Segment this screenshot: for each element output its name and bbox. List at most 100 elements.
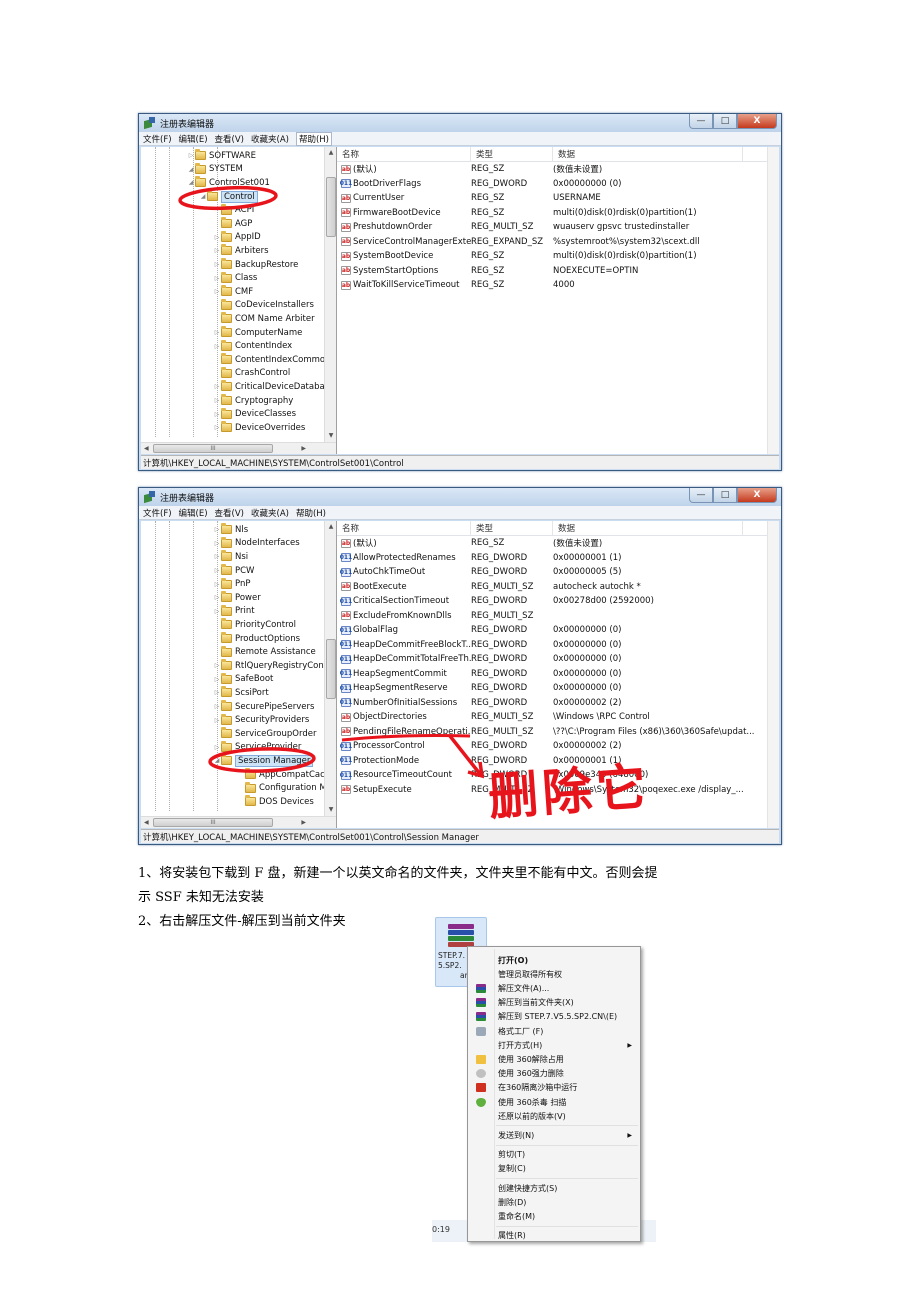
collapsed-arrow-icon[interactable]: ▷ xyxy=(213,717,221,724)
tree-node[interactable]: ◢ SYSTEM xyxy=(187,162,243,177)
value-row[interactable]: 011 NumberOfInitialSessions REG_DWORD 0x000… xyxy=(337,696,779,711)
title-bar[interactable]: 注册表编辑器 — □ X xyxy=(139,488,781,506)
tree-node[interactable]: AppCompatCache xyxy=(237,768,335,782)
collapsed-arrow-icon[interactable]: ▷ xyxy=(213,703,221,710)
hscroll-thumb[interactable]: III xyxy=(153,818,273,827)
menu-view[interactable]: 查看(V) xyxy=(215,133,244,145)
collapsed-arrow-icon[interactable]: ▷ xyxy=(213,288,221,295)
value-row[interactable]: ab PendingFileRenameOperati... REG_MULTI_S… xyxy=(337,725,779,740)
tree-node[interactable]: ▷ Print xyxy=(213,604,255,619)
context-menu-item[interactable]: 删除(D) xyxy=(468,1195,640,1209)
close-button[interactable]: X xyxy=(737,488,777,503)
value-row[interactable]: ab (默认) REG_SZ (数值未设置) xyxy=(337,162,779,177)
collapsed-arrow-icon[interactable]: ▷ xyxy=(213,594,221,601)
context-menu-item[interactable]: 解压文件(A)... xyxy=(468,981,640,995)
scroll-up-arrow-icon[interactable]: ▲ xyxy=(325,521,336,533)
collapsed-arrow-icon[interactable]: ▷ xyxy=(213,526,221,533)
expanded-arrow-icon[interactable]: ◢ xyxy=(199,193,207,200)
collapsed-arrow-icon[interactable]: ▷ xyxy=(213,275,221,282)
collapsed-arrow-icon[interactable]: ▷ xyxy=(213,567,221,574)
tree-node[interactable]: Remote Assistance xyxy=(213,645,316,659)
context-menu-item[interactable]: 解压到当前文件夹(X) xyxy=(468,996,640,1010)
tree-node[interactable]: ▷ Nsi xyxy=(213,550,248,564)
tree-node[interactable]: ServiceGroupOrder xyxy=(213,727,316,741)
minimize-button[interactable]: — xyxy=(689,488,713,503)
scroll-right-arrow-icon[interactable]: ▶ xyxy=(301,443,306,454)
menu-help[interactable]: 帮助(H) xyxy=(295,131,332,146)
value-row[interactable]: ab PreshutdownOrder REG_MULTI_SZ wuauserv g… xyxy=(337,220,779,235)
context-menu-item[interactable]: 使用 360解除占用 xyxy=(468,1052,640,1066)
scroll-left-arrow-icon[interactable]: ◀ xyxy=(144,443,149,454)
value-row[interactable]: ab CurrentUser REG_SZ USERNAME xyxy=(337,191,779,206)
collapsed-arrow-icon[interactable]: ▷ xyxy=(213,247,221,254)
tree-node[interactable]: ▷ Arbiters xyxy=(213,244,269,258)
tree-node[interactable]: ▷ SecurePipeServers xyxy=(213,700,314,714)
context-menu-item[interactable]: 格式工厂 (F) xyxy=(468,1024,640,1038)
context-menu-item[interactable]: 打开(O) xyxy=(468,953,640,967)
value-row[interactable]: ab ServiceControlManagerExte... REG_EXPAND… xyxy=(337,235,779,250)
tree-node[interactable]: ▷ PnP xyxy=(213,577,251,591)
tree-node[interactable]: ▷ RtlQueryRegistryConfig xyxy=(213,659,335,673)
column-header-type[interactable]: 类型 xyxy=(471,147,553,161)
tree-node[interactable]: CrashControl xyxy=(213,366,290,381)
value-row[interactable]: ab ExcludeFromKnownDlls REG_MULTI_SZ xyxy=(337,609,779,624)
value-row[interactable]: ab SetupExecute REG_MULTI_SZ \Windows\Syste… xyxy=(337,783,779,798)
tree-node[interactable]: CoDeviceInstallers xyxy=(213,298,314,313)
menu-help[interactable]: 帮助(H) xyxy=(296,507,326,519)
scroll-thumb[interactable] xyxy=(326,639,336,699)
collapsed-arrow-icon[interactable]: ▷ xyxy=(213,744,221,751)
tree-node[interactable]: AGP xyxy=(213,217,252,231)
maximize-button[interactable]: □ xyxy=(713,114,737,129)
tree-node[interactable]: ▷ Class xyxy=(213,271,257,285)
tree-vertical-scrollbar[interactable]: ▲ ▼ xyxy=(324,147,336,442)
value-row[interactable]: 011 CriticalSectionTimeout REG_DWORD 0x0027… xyxy=(337,594,779,609)
tree-node[interactable]: ACPI xyxy=(213,203,254,217)
value-row[interactable]: 011 GlobalFlag REG_DWORD 0x00000000 (0) xyxy=(337,623,779,638)
collapsed-arrow-icon[interactable]: ▷ xyxy=(213,676,221,683)
tree-node[interactable]: ▷ CriticalDeviceDatabase xyxy=(213,380,334,394)
hscroll-thumb[interactable]: III xyxy=(153,444,273,453)
scroll-down-arrow-icon[interactable]: ▼ xyxy=(325,804,336,816)
collapsed-arrow-icon[interactable]: ▷ xyxy=(187,152,195,159)
minimize-button[interactable]: — xyxy=(689,114,713,129)
tree-node[interactable]: ▷ Nls xyxy=(213,523,248,537)
expanded-arrow-icon[interactable]: ◢ xyxy=(213,757,221,764)
collapsed-arrow-icon[interactable]: ▷ xyxy=(213,581,221,588)
list-scrollbar[interactable] xyxy=(767,521,779,828)
tree-node[interactable]: ▷ AppID xyxy=(213,230,261,245)
context-menu-item[interactable]: 还原以前的版本(V) xyxy=(468,1109,640,1123)
collapsed-arrow-icon[interactable]: ▷ xyxy=(213,411,221,418)
column-header-type[interactable]: 类型 xyxy=(471,521,553,535)
value-row[interactable]: 011 ResourceTimeoutCount REG_DWORD 0x0009e3… xyxy=(337,768,779,783)
tree-node[interactable]: ▷ SafeBoot xyxy=(213,672,273,687)
tree-node[interactable]: ▷ BackupRestore xyxy=(213,258,298,272)
collapsed-arrow-icon[interactable]: ▷ xyxy=(213,234,221,241)
value-row[interactable]: ab WaitToKillServiceTimeout REG_SZ 4000 xyxy=(337,278,779,293)
tree-node[interactable]: ▷ ServiceProvider xyxy=(213,740,301,755)
tree-node[interactable]: ▷ DeviceClasses xyxy=(213,407,296,421)
menu-file[interactable]: 文件(F) xyxy=(143,507,172,519)
scroll-left-arrow-icon[interactable]: ◀ xyxy=(144,817,149,828)
tree-node[interactable]: ▷ NodeInterfaces xyxy=(213,536,300,551)
scroll-thumb[interactable] xyxy=(326,177,336,237)
scroll-up-arrow-icon[interactable]: ▲ xyxy=(325,147,336,159)
tree-node[interactable]: ▷ ScsiPort xyxy=(213,686,269,700)
tree-vertical-scrollbar[interactable]: ▲ ▼ xyxy=(324,521,336,816)
list-scrollbar[interactable] xyxy=(767,147,779,454)
collapsed-arrow-icon[interactable]: ▷ xyxy=(213,689,221,696)
collapsed-arrow-icon[interactable]: ▷ xyxy=(213,553,221,560)
tree-node[interactable]: ▷ SOFTWARE xyxy=(187,149,256,163)
context-menu-item[interactable]: 属性(R) xyxy=(468,1229,640,1243)
column-header-name[interactable]: 名称 xyxy=(337,147,471,161)
collapsed-arrow-icon[interactable]: ▷ xyxy=(213,397,221,404)
collapsed-arrow-icon[interactable]: ▷ xyxy=(213,608,221,615)
column-header-data[interactable]: 数据 xyxy=(553,521,743,535)
collapsed-arrow-icon[interactable]: ▷ xyxy=(213,662,221,669)
value-row[interactable]: ab SystemBootDevice REG_SZ multi(0)disk(0)r… xyxy=(337,249,779,264)
tree-node[interactable]: ◢ Control xyxy=(199,190,258,204)
menu-edit[interactable]: 编辑(E) xyxy=(179,507,208,519)
context-menu-item[interactable]: 解压到 STEP.7.V5.5.SP2.CN\(E) xyxy=(468,1010,640,1024)
tree-node[interactable]: Configuration Manager xyxy=(237,781,336,795)
value-row[interactable]: 011 HeapSegmentReserve REG_DWORD 0x00000000… xyxy=(337,681,779,696)
collapsed-arrow-icon[interactable]: ▷ xyxy=(213,261,221,268)
